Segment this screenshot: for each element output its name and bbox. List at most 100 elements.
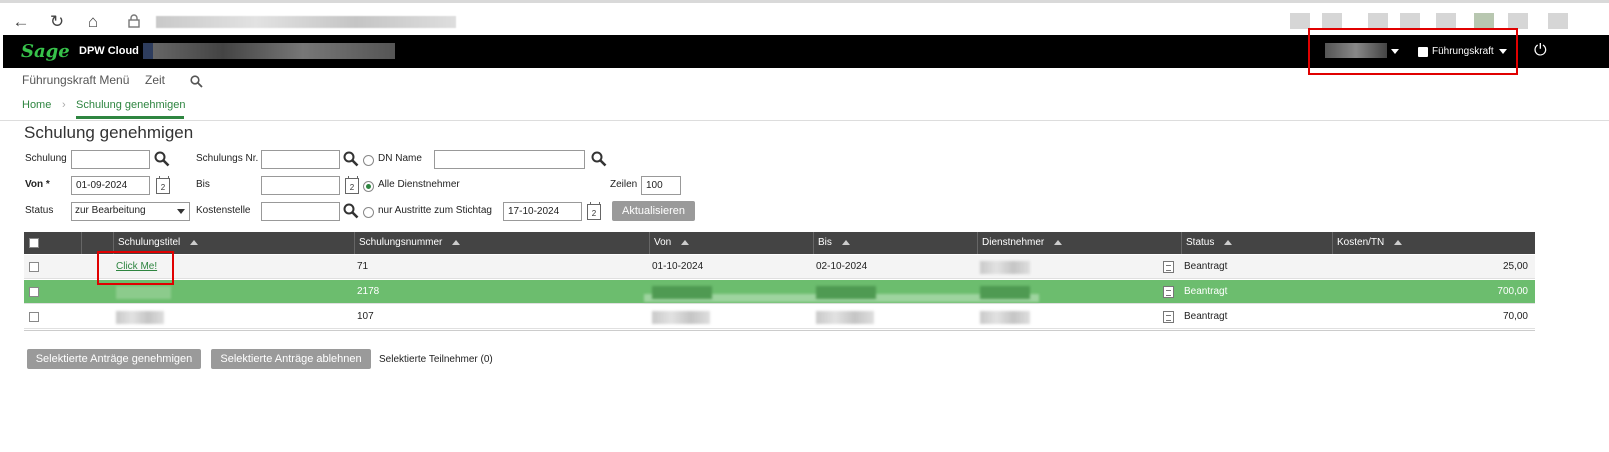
row-checkbox[interactable] bbox=[29, 287, 39, 297]
schulungsnummer-cell: 107 bbox=[357, 311, 374, 322]
bis-calendar-icon[interactable]: 2 bbox=[345, 176, 359, 194]
dn-name-radio[interactable] bbox=[363, 155, 374, 166]
header-label: Status bbox=[1186, 237, 1215, 248]
select-all-checkbox[interactable] bbox=[29, 238, 39, 248]
schulung-label: Schulung bbox=[25, 153, 67, 164]
alle-dienstnehmer-radio[interactable] bbox=[363, 181, 374, 192]
header-label: Schulungsnummer bbox=[359, 237, 443, 248]
sort-asc-icon[interactable] bbox=[452, 239, 461, 245]
bis-redacted bbox=[816, 311, 874, 324]
zeilen-input[interactable] bbox=[641, 176, 681, 195]
kosten-cell: 70,00 bbox=[1502, 311, 1528, 322]
document-icon[interactable] bbox=[1163, 286, 1174, 298]
breadcrumb-home[interactable]: Home bbox=[22, 99, 51, 111]
lock-icon bbox=[128, 14, 140, 28]
app-name: DPW Cloud bbox=[79, 45, 139, 57]
status-cell: Beantragt bbox=[1184, 261, 1228, 272]
alle-dienstnehmer-label: Alle Dienstnehmer bbox=[378, 179, 460, 190]
schulungsnummer-cell: 71 bbox=[357, 261, 369, 272]
search-icon[interactable] bbox=[190, 75, 203, 88]
menu-item-fuehrungskraft[interactable]: Führungskraft Menü bbox=[22, 73, 129, 87]
schulung-input[interactable] bbox=[71, 150, 150, 169]
active-tab-underline bbox=[76, 116, 184, 119]
header-schulungsnummer[interactable]: Schulungsnummer bbox=[354, 232, 649, 254]
reload-icon[interactable]: ↻ bbox=[46, 11, 68, 33]
schulungsnummer-cell: 2178 bbox=[357, 286, 380, 297]
status-select[interactable]: zur Bearbeitung bbox=[71, 202, 190, 221]
kostenstelle-search-icon[interactable] bbox=[343, 203, 359, 219]
extension-icon[interactable] bbox=[1436, 13, 1456, 29]
dienstnehmer-redacted bbox=[980, 261, 1030, 274]
power-icon[interactable]: ⏻ bbox=[1534, 42, 1547, 60]
kosten-cell: 25,00 bbox=[1502, 261, 1528, 272]
bis-redacted bbox=[816, 286, 876, 299]
dn-name-input[interactable] bbox=[434, 150, 585, 169]
stichtag-date-input[interactable] bbox=[503, 202, 582, 221]
header-status[interactable]: Status bbox=[1181, 232, 1332, 254]
header-von[interactable]: Von bbox=[649, 232, 813, 254]
schulungsnr-search-icon[interactable] bbox=[343, 151, 359, 167]
url-text-redacted bbox=[156, 16, 456, 28]
header-bis[interactable]: Bis bbox=[813, 232, 977, 254]
schulungsnr-input[interactable] bbox=[261, 150, 340, 169]
sort-asc-icon[interactable] bbox=[1394, 239, 1403, 245]
sort-asc-icon[interactable] bbox=[1054, 239, 1063, 245]
header-label: Dienstnehmer bbox=[982, 237, 1045, 248]
sort-asc-icon[interactable] bbox=[681, 239, 690, 245]
breadcrumb-current[interactable]: Schulung genehmigen bbox=[76, 99, 185, 111]
schulung-search-icon[interactable] bbox=[154, 151, 170, 167]
status-label: Status bbox=[25, 205, 54, 216]
extension-icon[interactable] bbox=[1474, 13, 1494, 29]
dienstnehmer-redacted bbox=[980, 311, 1030, 324]
aktualisieren-button[interactable]: Aktualisieren bbox=[612, 201, 695, 221]
breadcrumb-separator-icon: › bbox=[62, 99, 66, 111]
selected-participants-count: Selektierte Teilnehmer (0) bbox=[379, 354, 493, 365]
address-bar[interactable] bbox=[118, 9, 1308, 35]
dn-name-search-icon[interactable] bbox=[591, 151, 607, 167]
kostenstelle-label: Kostenstelle bbox=[196, 205, 251, 216]
row-checkbox[interactable] bbox=[29, 262, 39, 272]
sort-asc-icon[interactable] bbox=[841, 239, 850, 245]
bis-label: Bis bbox=[196, 179, 210, 190]
table-row[interactable]: 107 Beantragt 70,00 bbox=[24, 305, 1535, 329]
extension-icon[interactable] bbox=[1400, 13, 1420, 29]
extension-icon[interactable] bbox=[1322, 13, 1342, 29]
breadcrumb: Home › Schulung genehmigen bbox=[0, 99, 1609, 121]
table-bottom-border bbox=[24, 330, 1535, 331]
header-kosten[interactable]: Kosten/TN bbox=[1332, 232, 1535, 254]
approve-selected-button[interactable]: Selektierte Anträge genehmigen bbox=[27, 349, 201, 369]
reject-selected-button[interactable]: Selektierte Anträge ablehnen bbox=[211, 349, 371, 369]
status-select-value: zur Bearbeitung bbox=[75, 205, 146, 216]
kostenstelle-input[interactable] bbox=[261, 202, 340, 221]
stichtag-calendar-icon[interactable]: 2 bbox=[587, 202, 601, 220]
row-checkbox[interactable] bbox=[29, 312, 39, 322]
von-label: Von * bbox=[25, 179, 50, 190]
document-icon[interactable] bbox=[1163, 261, 1174, 273]
header-label: Kosten/TN bbox=[1337, 237, 1385, 248]
sort-asc-icon[interactable] bbox=[1224, 239, 1233, 245]
table-row[interactable]: Click Me! 71 01-10-2024 02-10-2024 Beant… bbox=[24, 255, 1535, 279]
bis-date-input[interactable] bbox=[261, 176, 340, 195]
von-date-input[interactable] bbox=[71, 176, 150, 195]
document-icon[interactable] bbox=[1163, 311, 1174, 323]
schulungstitel-redacted bbox=[116, 286, 171, 299]
austritte-radio[interactable] bbox=[363, 207, 374, 218]
sage-logo[interactable]: Sage bbox=[21, 41, 70, 62]
sort-asc-icon[interactable] bbox=[190, 239, 199, 245]
header-dienstnehmer[interactable]: Dienstnehmer bbox=[977, 232, 1181, 254]
schulungstitel-redacted bbox=[116, 311, 164, 324]
menu-item-zeit[interactable]: Zeit bbox=[145, 73, 165, 87]
table-row[interactable]: 2178 Beantragt 700,00 bbox=[24, 280, 1535, 304]
home-icon[interactable]: ⌂ bbox=[82, 11, 104, 33]
back-arrow-icon[interactable]: ← bbox=[10, 11, 32, 33]
extension-icon[interactable] bbox=[1290, 13, 1310, 29]
von-calendar-icon[interactable]: 2 bbox=[156, 176, 170, 194]
header-label: Schulungstitel bbox=[118, 237, 181, 248]
extension-icon[interactable] bbox=[1368, 13, 1388, 29]
bis-cell: 02-10-2024 bbox=[816, 261, 868, 272]
extension-icon[interactable] bbox=[1508, 13, 1528, 29]
annotation-box-click-me bbox=[97, 251, 174, 285]
page-title: Schulung genehmigen bbox=[24, 123, 194, 142]
dn-name-label: DN Name bbox=[378, 153, 422, 164]
extension-icon[interactable] bbox=[1548, 13, 1568, 29]
